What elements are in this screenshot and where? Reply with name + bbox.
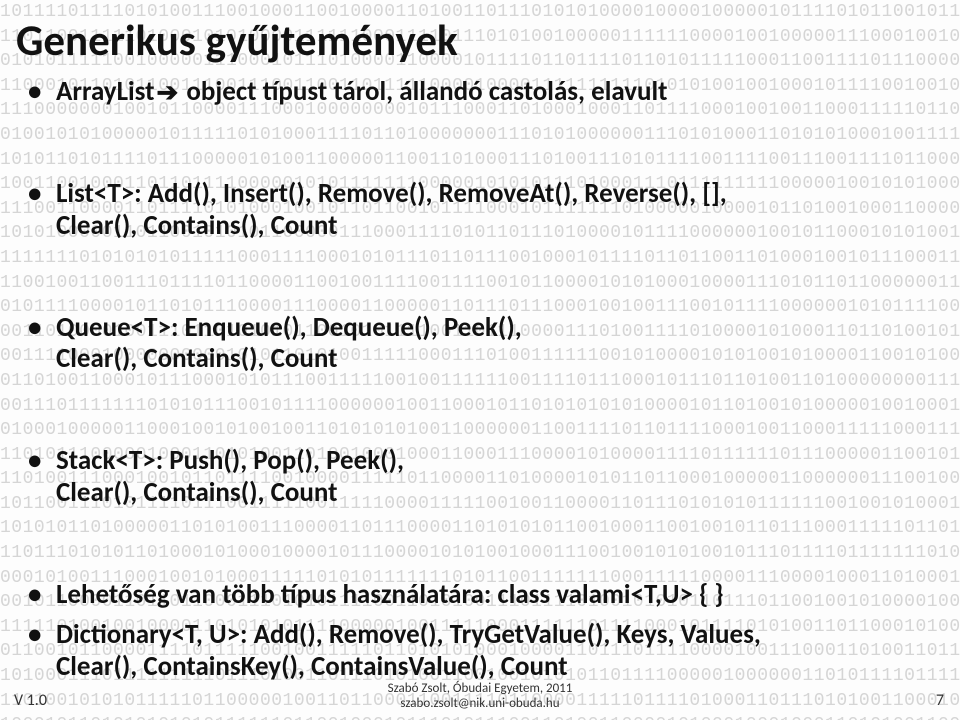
credit: Szabó Zsolt, Óbudai Egyetem, 2011 szabo.…: [0, 682, 960, 712]
bullet-arraylist-pre: ArrayList: [56, 75, 154, 108]
bullet-multi-type-text: Lehetőség van több típus használatára: c…: [56, 578, 724, 611]
bullet-dictionary-l1: Dictionary<T, U>: Add(), Remove(), TryGe…: [56, 618, 761, 651]
credit-line2: szabo.zsolt@nik.uni-obuda.hu: [400, 696, 559, 711]
arrow-icon: ➔: [156, 77, 178, 108]
bullet-list-t-l2: Clear(), Contains(), Count: [56, 209, 337, 242]
bullet-queue-t: Queue<T>: Enqueue(), Dequeue(), Peek(), …: [20, 312, 940, 376]
footer: V 1.0 Szabó Zsolt, Óbudai Egyetem, 2011 …: [0, 674, 960, 714]
bullet-stack-t: Stack<T>: Push(), Pop(), Peek(), Clear()…: [20, 445, 940, 509]
bullet-list-t: List<T>: Add(), Insert(), Remove(), Remo…: [20, 178, 940, 242]
bullet-arraylist: ArrayList➔ object típust tárol, állandó …: [20, 76, 940, 108]
slide-title: Generikus gyűjtemények: [16, 14, 458, 67]
bullet-arraylist-post: object típust tárol, állandó castolás, e…: [180, 75, 667, 108]
bullet-multi-type: Lehetőség van több típus használatára: c…: [20, 579, 940, 611]
bullet-queue-t-l2: Clear(), Contains(), Count: [56, 342, 337, 375]
bullet-queue-t-l1: Queue<T>: Enqueue(), Dequeue(), Peek(),: [56, 311, 522, 344]
slide-content: ArrayList➔ object típust tárol, állandó …: [20, 76, 940, 683]
page-number: 7: [936, 691, 944, 710]
bullet-stack-t-l1: Stack<T>: Push(), Pop(), Peek(),: [56, 444, 404, 477]
bullet-list-t-l1: List<T>: Add(), Insert(), Remove(), Remo…: [56, 177, 727, 210]
credit-line1: Szabó Zsolt, Óbudai Egyetem, 2011: [388, 681, 573, 696]
bullet-stack-t-l2: Clear(), Contains(), Count: [56, 476, 337, 509]
